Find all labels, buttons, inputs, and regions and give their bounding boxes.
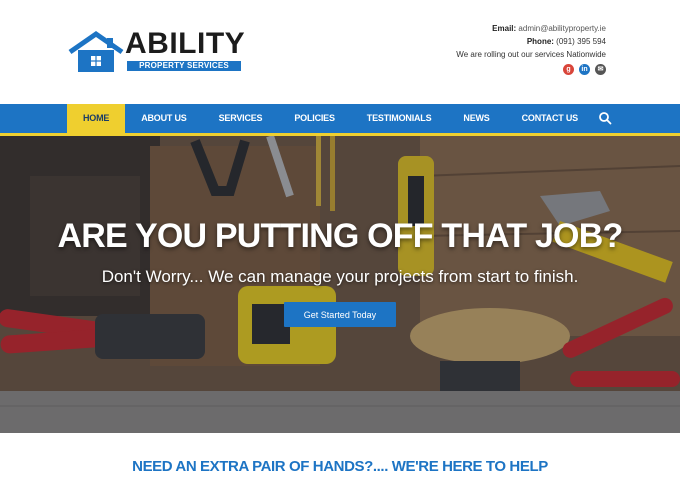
nav-item-home[interactable]: HOME <box>67 104 126 133</box>
house-logo-icon <box>68 30 124 72</box>
contact-info: Email: admin@abilityproperty.ie Phone: (… <box>456 22 606 61</box>
hero-subheadline: Don't Worry... We can manage your projec… <box>101 267 579 286</box>
nav-item-testimonials[interactable]: TESTIMONIALS <box>351 104 448 133</box>
rollout-text: We are rolling out our services Nationwi… <box>456 50 606 59</box>
google-plus-icon[interactable]: g <box>563 64 574 75</box>
email-icon[interactable]: ✉ <box>595 64 606 75</box>
phone-link[interactable]: (091) 395 594 <box>556 37 606 46</box>
email-label: Email: <box>492 24 517 33</box>
hero-banner: ARE YOU PUTTING OFF THAT JOB? Don't Worr… <box>0 136 680 433</box>
section-heading: NEED AN EXTRA PAIR OF HANDS?.... WE'RE H… <box>132 458 548 475</box>
nav-menu: HOME ABOUT US SERVICES POLICIES TESTIMON… <box>67 104 594 133</box>
email-link[interactable]: admin@abilityproperty.ie <box>518 24 606 33</box>
nav-item-services[interactable]: SERVICES <box>203 104 279 133</box>
logo-brand-text: ABILITY <box>125 27 246 60</box>
nav-item-contact-us[interactable]: CONTACT US <box>506 104 594 133</box>
site-logo[interactable]: ABILITY PROPERTY SERVICES <box>66 28 246 76</box>
social-links: g in ✉ <box>563 64 606 75</box>
site-header: ABILITY PROPERTY SERVICES Email: admin@a… <box>0 0 680 104</box>
linkedin-icon[interactable]: in <box>579 64 590 75</box>
contact-phone-line: Phone: (091) 395 594 <box>456 35 606 48</box>
nav-item-about-us[interactable]: ABOUT US <box>125 104 202 133</box>
main-nav: HOME ABOUT US SERVICES POLICIES TESTIMON… <box>0 104 680 136</box>
get-started-button[interactable]: Get Started Today <box>284 302 396 327</box>
logo-tagline: PROPERTY SERVICES <box>127 61 241 71</box>
nav-item-news[interactable]: NEWS <box>447 104 505 133</box>
search-icon[interactable] <box>598 111 612 125</box>
phone-label: Phone: <box>526 37 554 46</box>
contact-email-line: Email: admin@abilityproperty.ie <box>456 22 606 35</box>
nav-item-policies[interactable]: POLICIES <box>278 104 350 133</box>
hero-headline: ARE YOU PUTTING OFF THAT JOB? <box>57 217 624 255</box>
